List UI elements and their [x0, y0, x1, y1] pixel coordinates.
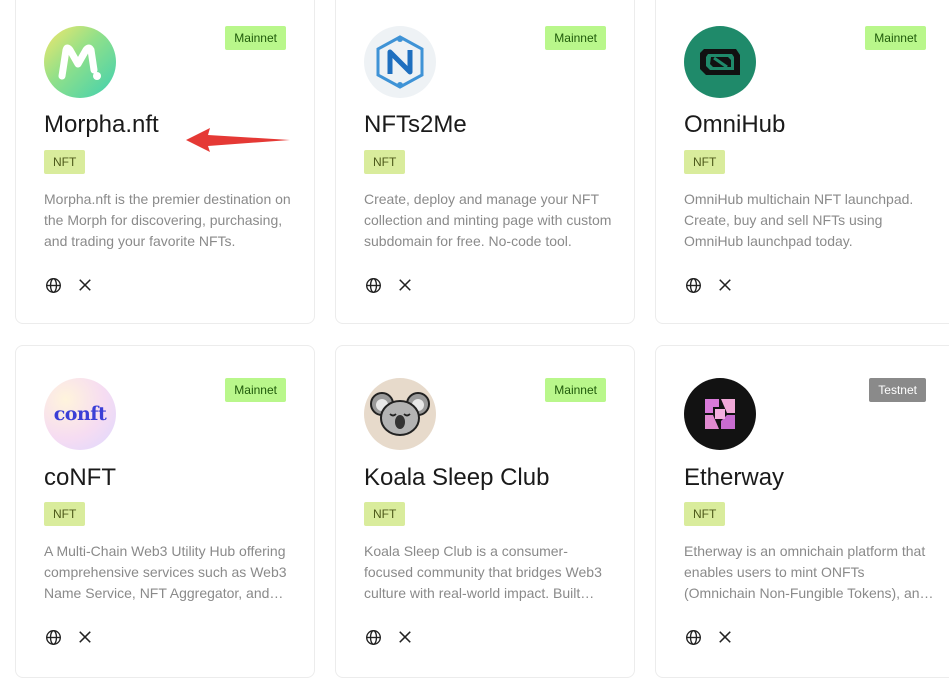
- network-badge: Mainnet: [225, 26, 286, 50]
- x-icon[interactable]: [396, 276, 414, 294]
- etherway-logo: [684, 378, 756, 450]
- morpha-logo: [44, 26, 116, 98]
- x-icon[interactable]: [716, 276, 734, 294]
- dapp-card-etherway[interactable]: Testnet Etherway NFT Etherway is an omni…: [655, 345, 949, 678]
- annotation-arrow: [186, 128, 290, 152]
- dapp-card-conft[interactable]: conft Mainnet coNFT NFT A Multi-Chain We…: [15, 345, 315, 678]
- x-icon[interactable]: [716, 628, 734, 646]
- omnihub-logo: [684, 26, 756, 98]
- dapp-description: OmniHub multichain NFT launchpad. Create…: [684, 191, 914, 249]
- dapp-title[interactable]: OmniHub: [684, 111, 785, 139]
- dapp-title[interactable]: coNFT: [44, 464, 116, 492]
- dapp-description: Create, deploy and manage your NFT colle…: [364, 191, 612, 249]
- network-badge: Mainnet: [545, 26, 606, 50]
- dapp-title[interactable]: Koala Sleep Club: [364, 464, 549, 492]
- nfts2me-logo-mark: [376, 35, 424, 89]
- social-links: [44, 276, 94, 294]
- network-badge: Mainnet: [545, 378, 606, 402]
- social-links: [684, 276, 734, 294]
- globe-icon[interactable]: [364, 276, 382, 294]
- category-badge: NFT: [684, 502, 726, 526]
- dapp-title[interactable]: Morpha.nft: [44, 111, 159, 139]
- category-badge: NFT: [364, 150, 406, 174]
- category-badge: NFT: [684, 150, 726, 174]
- omnihub-logo-mark: [700, 49, 740, 75]
- globe-icon[interactable]: [364, 628, 382, 646]
- x-icon[interactable]: [76, 628, 94, 646]
- category-badge: NFT: [44, 502, 86, 526]
- dapp-description: Koala Sleep Club is a consumer-focused c…: [364, 543, 602, 601]
- dapp-description: Etherway is an omnichain platform that e…: [684, 543, 928, 601]
- nfts2me-logo: [364, 26, 436, 98]
- category-badge: NFT: [364, 502, 406, 526]
- conft-logo-text: conft: [53, 403, 107, 425]
- network-badge: Mainnet: [225, 378, 286, 402]
- social-links: [364, 628, 414, 646]
- koala-logo: [364, 378, 436, 450]
- x-icon[interactable]: [76, 276, 94, 294]
- social-links: [44, 628, 94, 646]
- dapp-card-nfts2me[interactable]: Mainnet NFTs2Me NFT Create, deploy and m…: [335, 0, 635, 324]
- dapp-card-morpha[interactable]: Mainnet Morpha.nft NFT Morpha.nft is the…: [15, 0, 315, 324]
- morpha-logo-mark: [58, 44, 101, 80]
- dapp-card-koala-sleep-club[interactable]: Mainnet Koala Sleep Club NFT Koala Sleep…: [335, 345, 635, 678]
- dapp-description: A Multi-Chain Web3 Utility Hub offering …: [44, 543, 287, 601]
- dapp-card-omnihub[interactable]: Mainnet OmniHub NFT OmniHub multichain N…: [655, 0, 949, 324]
- globe-icon[interactable]: [44, 276, 62, 294]
- network-badge: Mainnet: [865, 26, 926, 50]
- globe-icon[interactable]: [684, 628, 702, 646]
- etherway-logo-mark: [705, 399, 735, 429]
- social-links: [364, 276, 414, 294]
- conft-logo: conft: [44, 378, 116, 450]
- globe-icon[interactable]: [44, 628, 62, 646]
- globe-icon[interactable]: [684, 276, 702, 294]
- dapp-title[interactable]: Etherway: [684, 464, 784, 492]
- dapp-title[interactable]: NFTs2Me: [364, 111, 467, 139]
- category-badge: NFT: [44, 150, 86, 174]
- social-links: [684, 628, 734, 646]
- network-badge: Testnet: [869, 378, 926, 402]
- x-icon[interactable]: [396, 628, 414, 646]
- koala-logo-mark: [370, 392, 430, 436]
- dapp-description: Morpha.nft is the premier destination on…: [44, 191, 291, 249]
